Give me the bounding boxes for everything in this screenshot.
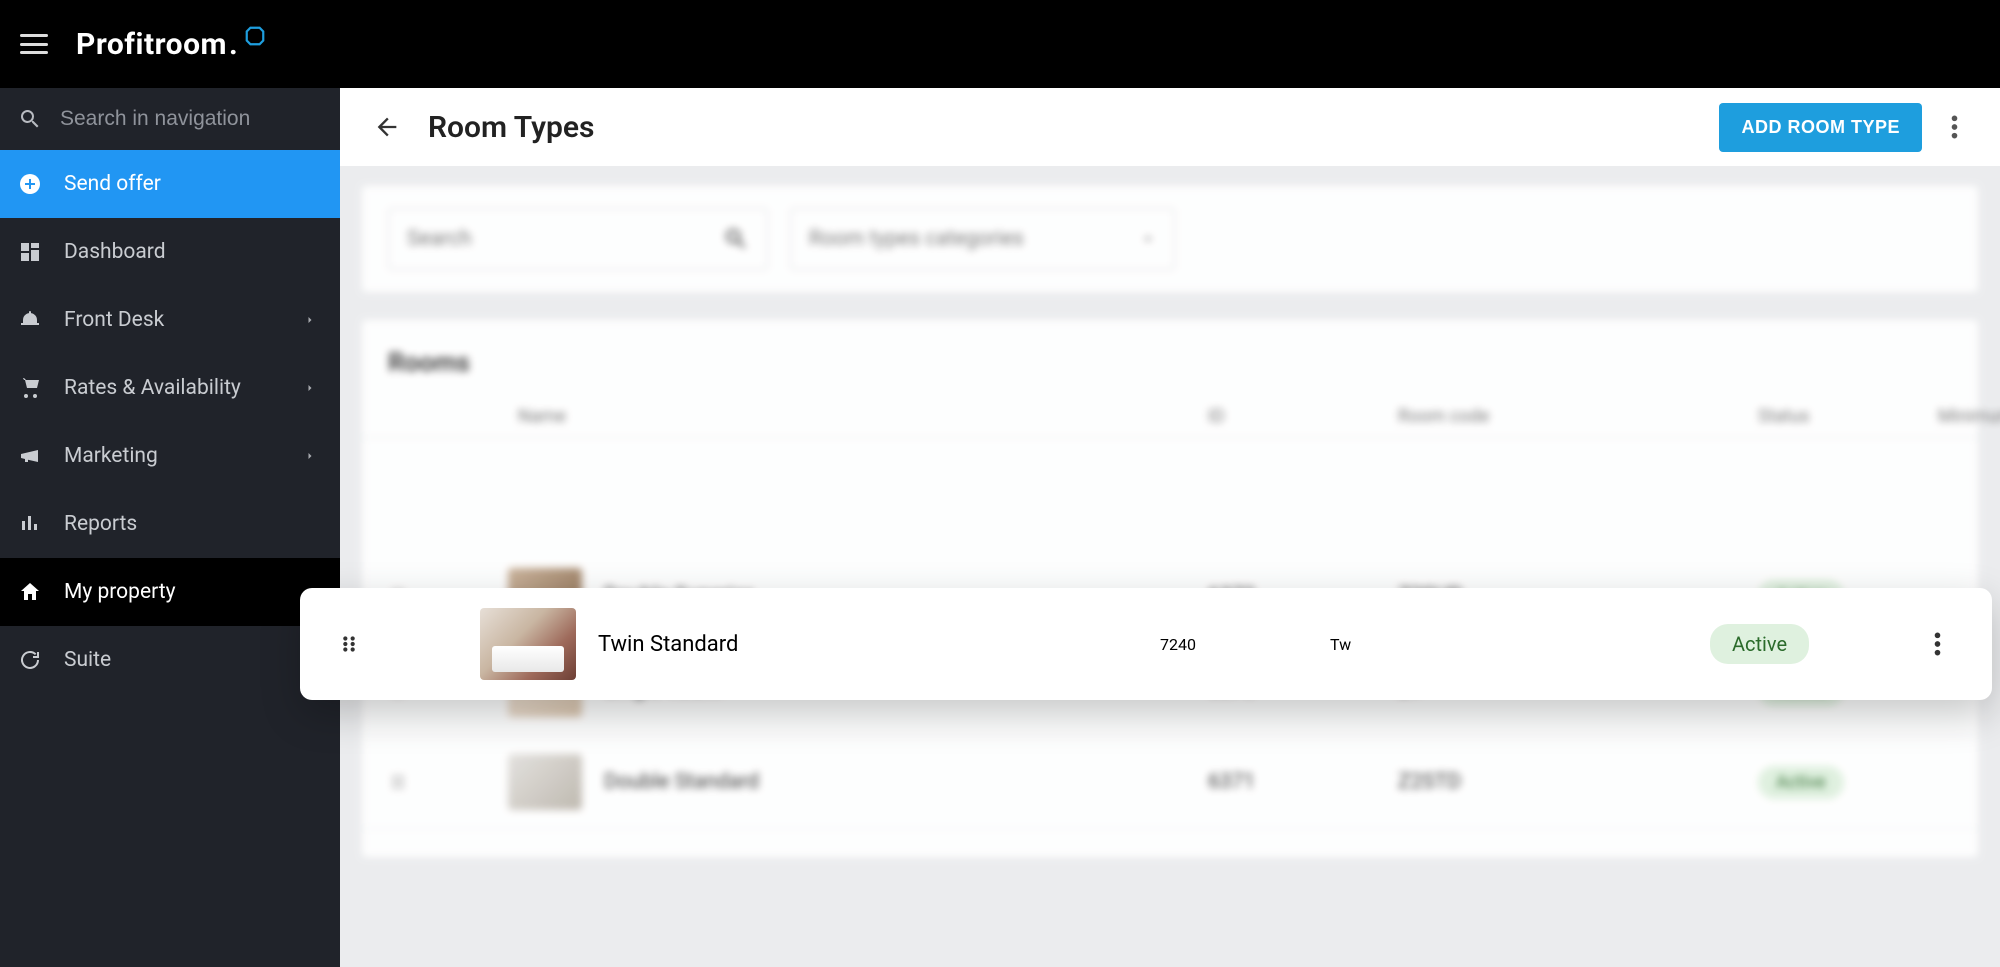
dragging-row[interactable]: Twin Standard 7240 Tw Active	[300, 588, 1992, 700]
sidebar-item-dashboard[interactable]: Dashboard	[0, 218, 340, 286]
chevron-right-icon	[298, 314, 322, 326]
sidebar-item-label: Front Desk	[64, 308, 164, 332]
refresh-icon	[18, 648, 42, 672]
page-title: Room Types	[428, 110, 594, 145]
brand-mark-icon	[244, 25, 266, 47]
home-icon	[18, 580, 42, 604]
row-room-code: Z2STD	[1398, 770, 1758, 794]
page-menu-button[interactable]	[1936, 109, 1972, 145]
sidebar-item-front-desk[interactable]: Front Desk	[0, 286, 340, 354]
sidebar-item-label: Suite	[64, 648, 111, 672]
category-placeholder: Room types categories	[809, 227, 1024, 251]
drag-handle-icon[interactable]	[338, 633, 480, 655]
main: Room Types ADD ROOM TYPE Search	[340, 88, 2000, 967]
back-button[interactable]	[368, 108, 406, 146]
hamburger-menu-button[interactable]	[20, 34, 48, 54]
search-field[interactable]: Search	[388, 208, 768, 270]
sidebar-item-marketing[interactable]: Marketing	[0, 422, 340, 490]
chevron-right-icon	[298, 382, 322, 394]
cart-icon	[18, 376, 42, 400]
sidebar-item-rates-availability[interactable]: Rates & Availability	[0, 354, 340, 422]
bar-chart-icon	[18, 512, 42, 536]
sidebar-item-label: Send offer	[64, 172, 161, 196]
search-icon	[723, 226, 749, 252]
row-room-code: Tw	[1330, 635, 1710, 654]
chevron-right-icon	[298, 450, 322, 462]
chevron-down-icon	[1140, 231, 1156, 247]
col-name: Name	[508, 406, 1208, 427]
dashboard-icon	[18, 240, 42, 264]
megaphone-icon	[18, 444, 42, 468]
sidebar-item-my-property[interactable]: My property	[0, 558, 340, 626]
name-cell: Twin Standard	[480, 608, 1160, 680]
topbar: Profitroom .	[0, 0, 2000, 88]
table-row[interactable]: Double Standard 6371 Z2STD Active	[362, 736, 1978, 829]
row-id: 6371	[1208, 770, 1398, 794]
table-header: Name ID Room code Status Minimum price	[362, 396, 1978, 438]
page-header: Room Types ADD ROOM TYPE	[340, 88, 2000, 166]
sidebar-item-reports[interactable]: Reports	[0, 490, 340, 558]
app: Profitroom . Send offer	[0, 0, 2000, 967]
room-thumbnail	[480, 608, 576, 680]
room-thumbnail	[508, 754, 582, 810]
sidebar-item-send-offer[interactable]: Send offer	[0, 150, 340, 218]
status-badge: Active	[1710, 624, 1809, 664]
col-status: Status	[1758, 406, 1938, 427]
nav-search[interactable]	[0, 88, 340, 150]
sidebar-item-label: My property	[64, 580, 176, 604]
page-actions: ADD ROOM TYPE	[1719, 103, 1972, 152]
row-id: 7240	[1160, 635, 1330, 654]
table-title: Rooms	[362, 338, 1978, 396]
row-name: Twin Standard	[598, 632, 738, 657]
content: Search Room types categories	[340, 166, 2000, 967]
filters-card: Search Room types categories	[362, 186, 1978, 292]
sidebar: Send offer Dashboard Front Desk	[0, 88, 340, 967]
col-id: ID	[1208, 406, 1398, 427]
nav-search-input[interactable]	[60, 107, 322, 131]
layout-row: Send offer Dashboard Front Desk	[0, 88, 2000, 967]
search-icon	[18, 107, 42, 131]
add-room-type-button[interactable]: ADD ROOM TYPE	[1719, 103, 1922, 152]
name-cell: Double Standard	[508, 754, 1208, 810]
drag-handle-icon[interactable]	[388, 772, 508, 792]
sidebar-item-label: Dashboard	[64, 240, 166, 264]
sidebar-item-label: Reports	[64, 512, 137, 536]
status-badge: Active	[1758, 766, 1844, 799]
blurred-background: Search Room types categories	[340, 186, 2000, 857]
sidebar-item-suite[interactable]: Suite	[0, 626, 340, 694]
plus-circle-icon	[18, 172, 42, 196]
col-min-price: Minimum price	[1938, 406, 2000, 427]
sidebar-item-label: Marketing	[64, 444, 158, 468]
row-name: Double Standard	[604, 770, 759, 794]
brand-logo: Profitroom .	[76, 27, 266, 62]
col-room-code: Room code	[1398, 406, 1758, 427]
row-menu-button[interactable]	[1902, 631, 1972, 657]
search-placeholder: Search	[407, 227, 472, 251]
brand-name: Profitroom	[76, 27, 227, 62]
category-select[interactable]: Room types categories	[790, 208, 1175, 270]
bell-icon	[18, 308, 42, 332]
sidebar-item-label: Rates & Availability	[64, 376, 241, 400]
